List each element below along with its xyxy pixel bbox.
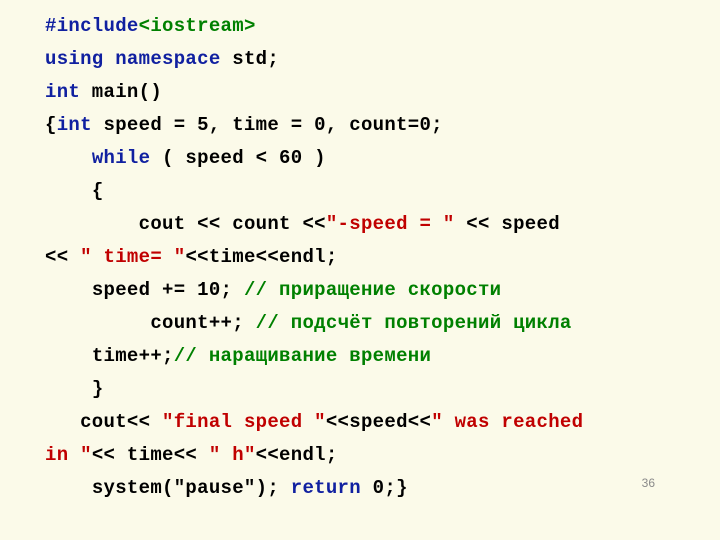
code-listing: #include<iostream> using namespace std; … [0, 0, 720, 505]
keyword-namespace: namespace [115, 48, 220, 70]
statement: cout << count << [139, 213, 326, 235]
statement: count++; [150, 312, 255, 334]
code-line: {int speed = 5, time = 0, count=0; [45, 109, 720, 142]
code-line: << " time= "<<time<<endl; [45, 241, 720, 274]
declarations: speed = 5, time = 0, count=0; [92, 114, 443, 136]
code-line: int main() [45, 76, 720, 109]
keyword-return: return [291, 477, 361, 499]
code-line: count++; // подсчёт повторений цикла [45, 307, 720, 340]
statement: <<endl; [256, 444, 338, 466]
page-number: 36 [642, 467, 655, 500]
statement: cout<< [80, 411, 162, 433]
header-name: <iostream> [139, 15, 256, 37]
string-literal: "final speed " [162, 411, 326, 433]
comment: // подсчёт повторений цикла [256, 312, 572, 334]
string-literal: " was reached [431, 411, 583, 433]
code-line: { [45, 175, 720, 208]
identifier: std; [221, 48, 280, 70]
condition: ( speed < 60 ) [150, 147, 326, 169]
code-line: #include<iostream> [45, 10, 720, 43]
statement: << time<< [92, 444, 209, 466]
code-line: speed += 10; // приращение скорости [45, 274, 720, 307]
brace: { [45, 114, 57, 136]
keyword-int: int [57, 114, 92, 136]
keyword-int: int [45, 81, 80, 103]
string-literal: "-speed = " [326, 213, 455, 235]
code-line: cout << count <<"-speed = " << speed [45, 208, 720, 241]
statement: time++; [92, 345, 174, 367]
statement: << speed [455, 213, 560, 235]
brace: } [92, 378, 104, 400]
brace: { [92, 180, 104, 202]
code-line: while ( speed < 60 ) [45, 142, 720, 175]
code-line: time++;// наращивание времени [45, 340, 720, 373]
operator: << [45, 246, 80, 268]
comment: // приращение скорости [244, 279, 501, 301]
code-line: cout<< "final speed "<<speed<<" was reac… [45, 406, 720, 439]
code-line: using namespace std; [45, 43, 720, 76]
string-literal: " time= " [80, 246, 185, 268]
keyword-using: using [45, 48, 104, 70]
statement: 0;} [361, 477, 408, 499]
code-line: system("pause"); return 0;} [45, 472, 720, 505]
statement: <<speed<< [326, 411, 431, 433]
string-literal: " h" [209, 444, 256, 466]
statement: speed += 10; [92, 279, 244, 301]
statement: <<time<<endl; [185, 246, 337, 268]
fn-main: main() [80, 81, 162, 103]
include-directive: #include [45, 15, 139, 37]
statement: system("pause"); [92, 477, 291, 499]
code-line: in "<< time<< " h"<<endl; [45, 439, 720, 472]
comment: // наращивание времени [174, 345, 431, 367]
code-line: } [45, 373, 720, 406]
keyword-while: while [92, 147, 151, 169]
string-literal: in " [45, 444, 92, 466]
